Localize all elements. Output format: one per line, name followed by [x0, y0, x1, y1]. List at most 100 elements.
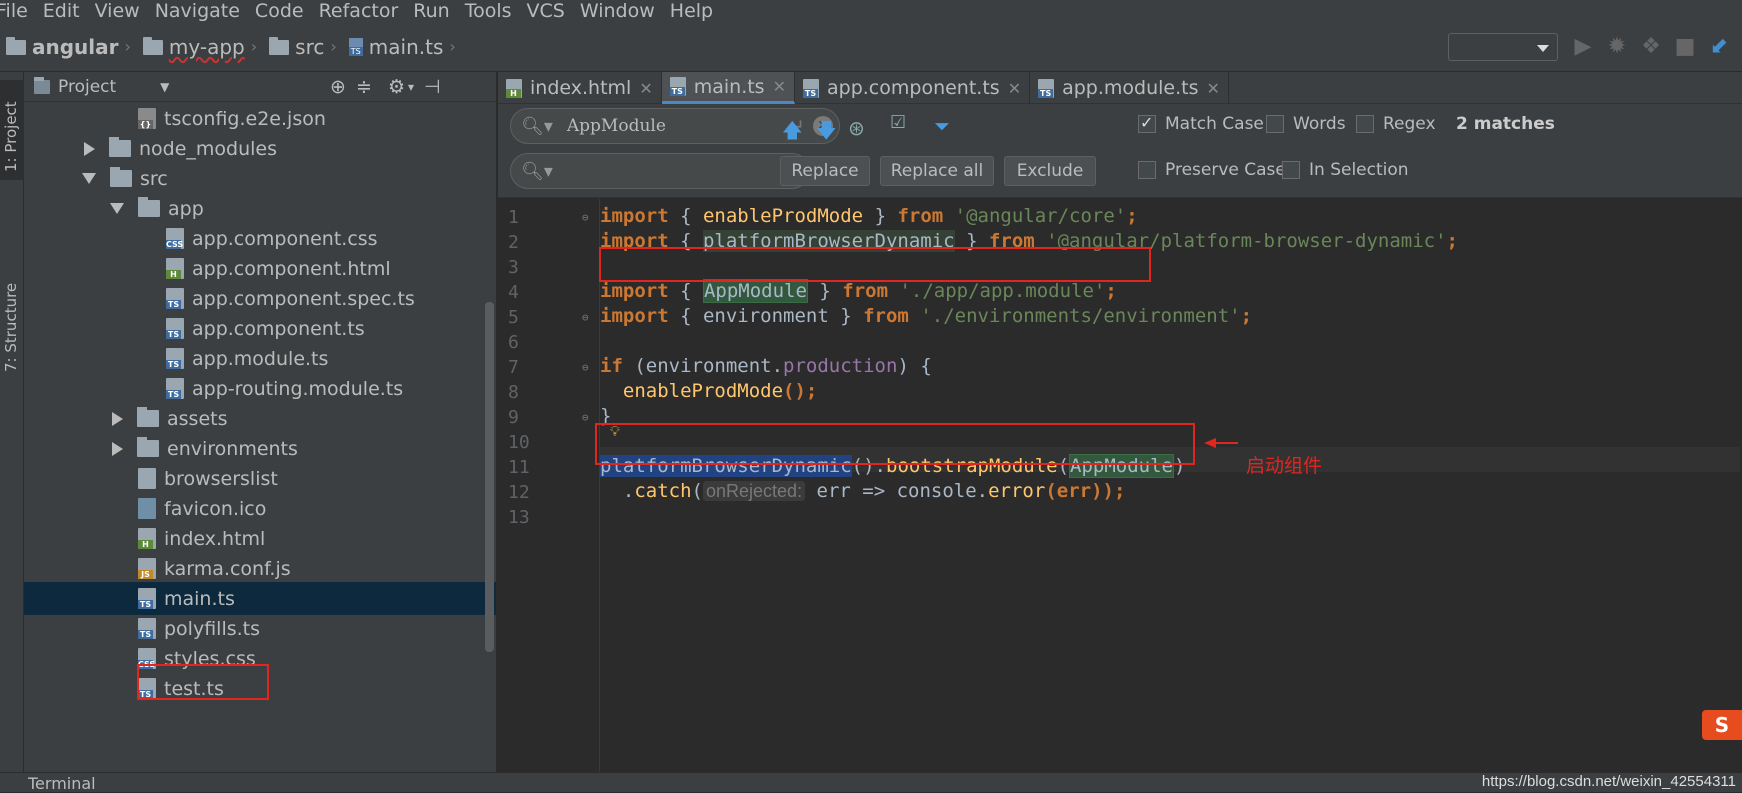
chevron-right-icon[interactable] [84, 142, 95, 156]
regex-checkbox[interactable]: Regex [1356, 114, 1436, 134]
tree-item[interactable]: TSpolyfills.ts [24, 612, 496, 645]
tab-main-ts[interactable]: TSmain.ts✕ [662, 72, 795, 104]
menu-view[interactable]: View [95, 0, 140, 22]
locate-icon[interactable]: ⊕ [330, 76, 346, 98]
run-config-select[interactable] [1448, 33, 1558, 61]
line-number: 9 [508, 407, 558, 428]
menu-edit[interactable]: Edit [43, 0, 80, 22]
breadcrumb-src[interactable]: src › [269, 35, 343, 59]
fold-marker-icon[interactable]: ⊖ [582, 211, 589, 224]
watermark: https://blog.csdn.net/weixin_42554311 [1482, 773, 1736, 790]
terminal-tab[interactable]: Terminal [28, 774, 96, 793]
code-area[interactable]: import { enableProdMode } from '@angular… [599, 199, 1739, 772]
tree-item[interactable]: environments [24, 432, 496, 465]
menu-refactor[interactable]: Refactor [319, 0, 399, 22]
replace-button[interactable]: Replace [780, 156, 870, 186]
folder-icon [143, 40, 163, 55]
coverage-icon[interactable]: ❖ [1640, 36, 1662, 58]
collapse-icon[interactable]: ≑ [356, 76, 372, 98]
close-icon[interactable]: ✕ [1008, 79, 1021, 98]
chevron-down-icon[interactable] [82, 173, 96, 184]
tree-scrollbar[interactable] [485, 302, 494, 652]
breadcrumb-main-ts[interactable]: main.ts › [349, 35, 462, 59]
debug-icon[interactable]: ✹ [1606, 36, 1628, 58]
vcs-update-icon[interactable]: ⬋ [1708, 36, 1730, 58]
search-icon[interactable]: 🔍︎▾ [521, 161, 553, 182]
tree-item[interactable]: assets [24, 402, 496, 435]
chevron-down-icon[interactable]: ▾ [408, 80, 414, 94]
ts-file-icon: TS [166, 378, 184, 399]
close-icon[interactable]: ✕ [1207, 79, 1220, 98]
menu-window[interactable]: Window [580, 0, 655, 22]
highlight-box [599, 247, 1151, 282]
menu-code[interactable]: Code [255, 0, 304, 22]
line-number: 8 [508, 382, 558, 403]
tree-item[interactable]: node_modules [24, 132, 496, 165]
match-case-checkbox[interactable]: Match Case [1138, 114, 1264, 134]
words-checkbox[interactable]: Words [1266, 114, 1346, 134]
tab-project[interactable]: 1: Project [2, 101, 20, 172]
tree-item[interactable]: Hindex.html [24, 522, 496, 555]
menu-file[interactable]: File [0, 0, 28, 22]
menu-vcs[interactable]: VCS [527, 0, 565, 22]
tree-item[interactable]: app [24, 192, 496, 225]
tree-item[interactable]: TSapp.component.ts [24, 312, 496, 345]
tab-app-component-ts[interactable]: TSapp.component.ts✕ [795, 72, 1030, 104]
fold-marker-icon[interactable]: ⊖ [582, 311, 589, 324]
breadcrumb-my-app[interactable]: my-app › [143, 35, 263, 59]
tree-item[interactable]: JSkarma.conf.js [24, 552, 496, 585]
hide-panel-icon[interactable]: ⊣ [424, 76, 441, 98]
tab-index-html[interactable]: Hindex.html✕ [498, 72, 662, 104]
chevron-down-icon[interactable] [110, 203, 124, 214]
search-icon[interactable]: 🔍︎▾ [521, 116, 553, 137]
select-all-occurrences-icon[interactable]: ☑ [890, 112, 906, 133]
next-occurrence-icon[interactable]: 🡇 [816, 116, 837, 150]
replace-all-button[interactable]: Replace all [880, 156, 994, 186]
run-toolbar: ▶ ✹ ❖ ■ ⬋ [1448, 22, 1742, 72]
tree-item[interactable]: browserslist [24, 462, 496, 495]
css-file-icon: CSS [166, 228, 184, 249]
in-selection-checkbox[interactable]: In Selection [1282, 160, 1409, 180]
gear-icon[interactable]: ⚙ [388, 76, 405, 98]
project-view-select[interactable]: Project [58, 77, 116, 97]
folder-icon [6, 40, 26, 55]
tab-structure[interactable]: 7: Structure [2, 283, 20, 372]
ts-file-icon [349, 38, 363, 56]
fold-marker-icon[interactable]: ⊖ [582, 361, 589, 374]
filter-icon[interactable]: ⏷ [934, 114, 950, 138]
tab-app-module-ts[interactable]: TSapp.module.ts✕ [1030, 72, 1229, 104]
chevron-right-icon[interactable] [112, 442, 123, 456]
tree-item[interactable]: {}tsconfig.e2e.json [24, 102, 496, 135]
find-all-icon[interactable]: ⊛ [848, 116, 865, 140]
stop-icon[interactable]: ■ [1674, 36, 1696, 58]
code-editor[interactable]: 1 2 3 4 5 6 7 8 9 10 11 12 13 ⊖ ⊖ ⊖ ⊖ im… [498, 199, 1742, 772]
menu-help[interactable]: Help [670, 0, 713, 22]
tree-item[interactable]: TSapp.module.ts [24, 342, 496, 375]
tree-item[interactable]: Happ.component.html [24, 252, 496, 285]
chevron-down-icon[interactable]: ▼ [160, 80, 169, 94]
tree-item[interactable]: src [24, 162, 496, 195]
left-tool-strip: 1: Project 7: Structure [0, 72, 24, 772]
replace-input[interactable]: 🔍︎▾ [510, 153, 810, 189]
checkbox-icon [1282, 161, 1300, 179]
menu-navigate[interactable]: Navigate [155, 0, 240, 22]
line-number: 5 [508, 307, 558, 328]
menu-run[interactable]: Run [413, 0, 449, 22]
run-icon[interactable]: ▶ [1572, 36, 1594, 58]
tree-item[interactable]: CSSapp.component.css [24, 222, 496, 255]
tree-item[interactable]: TSapp.component.spec.ts [24, 282, 496, 315]
ts-file-icon: TS [670, 77, 686, 96]
tree-item[interactable]: TSapp-routing.module.ts [24, 372, 496, 405]
chevron-right-icon[interactable] [112, 412, 123, 426]
menu-tools[interactable]: Tools [465, 0, 512, 22]
exclude-button[interactable]: Exclude [1004, 156, 1096, 186]
close-icon[interactable]: ✕ [639, 79, 652, 98]
breadcrumb-angular[interactable]: angular › [6, 35, 137, 59]
line-number: 7 [508, 357, 558, 378]
previous-occurrence-icon[interactable]: 🡅 [782, 116, 803, 150]
fold-marker-icon[interactable]: ⊖ [582, 411, 589, 424]
tree-item-selected[interactable]: TSmain.ts [24, 582, 496, 615]
close-icon[interactable]: ✕ [773, 77, 786, 96]
tree-item[interactable]: favicon.ico [24, 492, 496, 525]
preserve-case-checkbox[interactable]: Preserve Case [1138, 160, 1286, 180]
